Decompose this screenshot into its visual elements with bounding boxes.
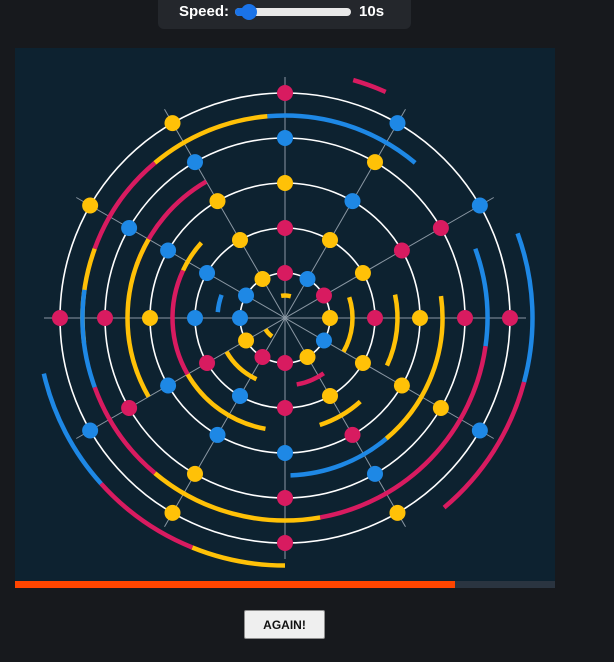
color-dot xyxy=(187,154,203,171)
color-arc xyxy=(191,545,286,568)
color-dot xyxy=(471,197,488,214)
color-dot xyxy=(315,287,332,304)
color-dot xyxy=(232,387,248,404)
color-dot xyxy=(164,115,181,132)
color-dot xyxy=(322,387,338,404)
color-dot xyxy=(457,310,473,326)
color-dot xyxy=(277,220,293,236)
color-dot xyxy=(187,310,203,326)
color-arc xyxy=(515,232,535,383)
color-dot xyxy=(254,348,271,365)
speed-slider[interactable] xyxy=(235,3,352,20)
color-arc xyxy=(263,328,274,339)
color-dot xyxy=(471,422,488,439)
color-dot xyxy=(238,287,255,304)
color-dot xyxy=(299,348,316,365)
speed-value: 10s xyxy=(359,3,385,20)
color-dot xyxy=(322,232,338,249)
color-arc xyxy=(224,350,258,382)
color-arc xyxy=(215,294,224,313)
color-arc xyxy=(280,293,292,299)
color-dot xyxy=(209,193,226,210)
timer-progress-fill xyxy=(15,581,456,588)
rings-canvas xyxy=(41,77,535,568)
color-dot xyxy=(367,465,383,482)
color-dot xyxy=(164,504,181,521)
color-arc xyxy=(80,289,97,389)
color-dot xyxy=(367,310,383,326)
color-arc xyxy=(185,373,266,432)
color-dot xyxy=(254,271,271,288)
color-dot xyxy=(238,332,255,349)
color-dot xyxy=(199,265,216,281)
speed-slider-thumb[interactable] xyxy=(240,3,257,20)
color-dot xyxy=(82,197,99,214)
color-dot xyxy=(367,154,383,171)
color-dot xyxy=(277,535,293,551)
color-dot xyxy=(52,310,68,326)
color-dot xyxy=(121,220,138,236)
color-dot xyxy=(160,242,177,259)
color-dot xyxy=(277,265,293,281)
speed-label: Speed: xyxy=(179,3,230,20)
color-dot xyxy=(277,445,293,461)
timer-progress-bar xyxy=(15,581,555,588)
color-dot xyxy=(389,504,406,521)
color-dot xyxy=(187,465,203,482)
color-dot xyxy=(82,422,99,439)
color-dot xyxy=(412,310,428,326)
color-arc xyxy=(442,381,527,510)
color-dot xyxy=(502,310,518,326)
color-arc xyxy=(170,269,190,376)
color-arc xyxy=(181,241,204,272)
color-dot xyxy=(277,355,293,371)
color-dot xyxy=(393,242,410,259)
color-dot xyxy=(432,220,449,236)
color-dot xyxy=(232,232,248,249)
color-dot xyxy=(277,130,293,146)
color-arc xyxy=(352,77,387,94)
color-dot xyxy=(232,310,248,326)
color-dot xyxy=(432,400,449,416)
color-arc xyxy=(384,294,400,367)
color-dot xyxy=(315,332,332,349)
color-dot xyxy=(354,355,371,371)
game-board[interactable] xyxy=(15,48,555,582)
color-dot xyxy=(160,377,177,394)
color-dot xyxy=(277,490,293,506)
color-dot xyxy=(121,400,138,416)
color-dot xyxy=(277,175,293,191)
color-dot xyxy=(209,426,226,443)
color-arc xyxy=(473,247,490,347)
color-dot xyxy=(277,400,293,416)
color-dot xyxy=(299,271,316,288)
again-button[interactable]: AGAIN! xyxy=(244,610,325,639)
color-dot xyxy=(389,115,406,132)
color-dot xyxy=(393,377,410,394)
speed-control-panel: Speed: 10s xyxy=(158,0,411,29)
color-dot xyxy=(199,355,216,371)
color-dot xyxy=(344,426,361,443)
color-dot xyxy=(142,310,158,326)
color-arc xyxy=(341,296,355,353)
color-dot xyxy=(354,265,371,281)
color-dot xyxy=(344,193,361,210)
color-dot xyxy=(277,85,293,101)
color-dot xyxy=(322,310,338,326)
color-dot xyxy=(97,310,113,326)
